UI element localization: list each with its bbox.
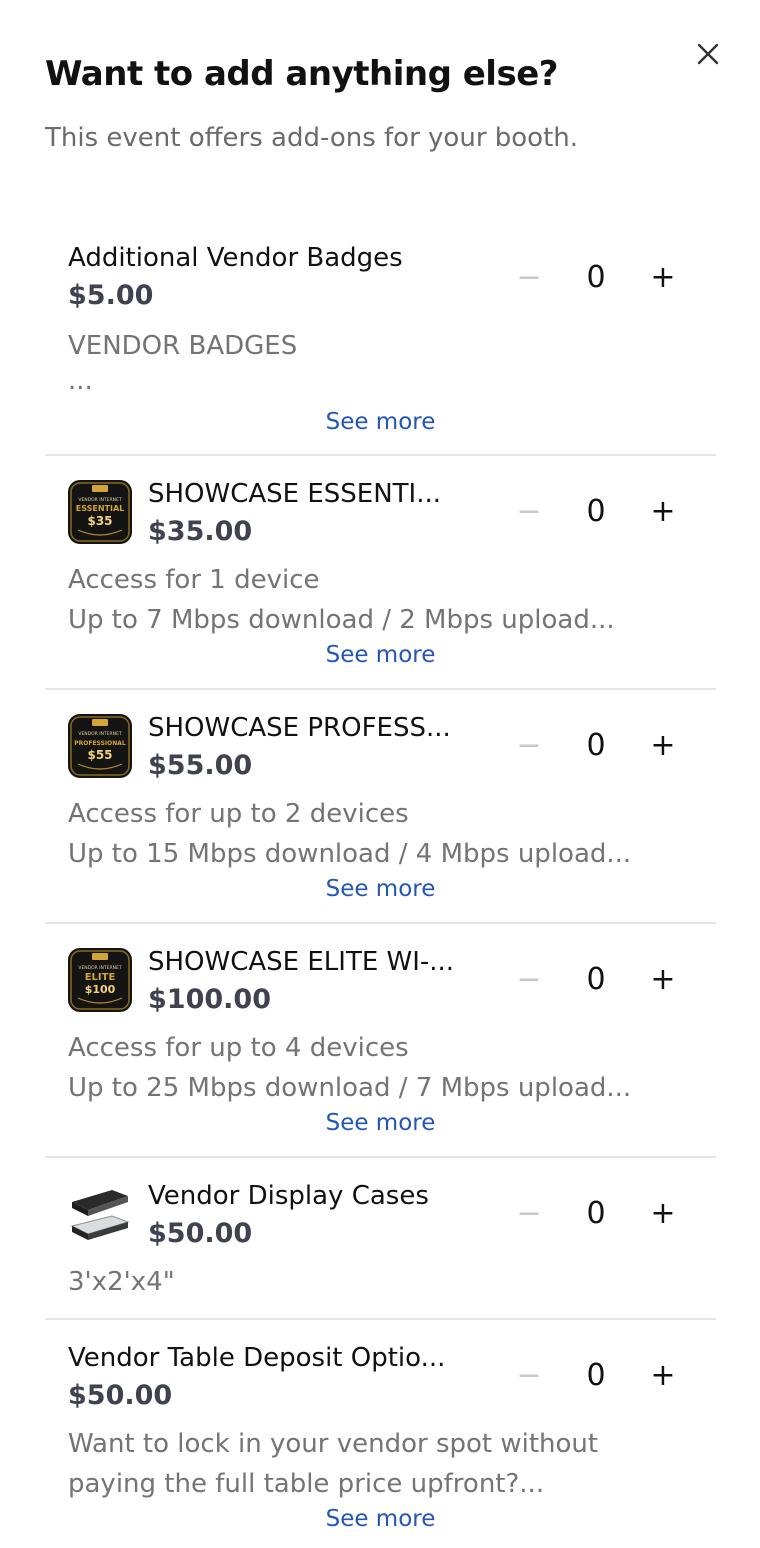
increment-button[interactable]: + [645,258,681,298]
thumb-tier-text: ELITE [85,972,116,983]
addon-name: SHOWCASE PROFESS... [148,713,451,743]
quantity-value: 0 [586,1196,606,1231]
addon-price: $50.00 [68,1380,173,1411]
addon-description-line2: ... [68,366,93,396]
addon-item-showcase-elite: VENDOR INTERNET ELITE $100 SHOWCASE ELIT… [45,924,716,1158]
modal-title: Want to add anything else? [45,54,558,94]
addon-name: SHOWCASE ESSENTI... [148,479,442,509]
modal-subtitle: This event offers add-ons for your booth… [45,123,579,153]
addon-price: $5.00 [68,280,154,311]
addon-header: VENDOR INTERNET ELITE $100 SHOWCASE ELIT… [68,944,454,1020]
decrement-button[interactable]: − [511,1356,547,1396]
close-icon [697,43,719,65]
addon-description-line2: Up to 15 Mbps download / 4 Mbps upload..… [68,839,632,869]
thumb-price-text: $100 [85,983,116,996]
decrement-button[interactable]: − [511,258,547,298]
decrement-button[interactable]: − [511,960,547,1000]
increment-button[interactable]: + [645,960,681,1000]
addon-list: Additional Vendor Badges $5.00 − 0 + VEN… [45,226,716,1532]
addon-item-vendor-badges: Additional Vendor Badges $5.00 − 0 + VEN… [45,226,716,456]
addon-name: SHOWCASE ELITE WI-... [148,947,455,977]
addon-price: $50.00 [148,1218,253,1249]
addon-name: Vendor Display Cases [148,1181,429,1211]
addon-description-line2: paying the full table price upfront?... [68,1469,545,1499]
addon-header: Vendor Display Cases $50.00 [68,1178,429,1254]
quantity-stepper: − 0 + [511,258,681,298]
thumb-price-text: $35 [87,514,112,528]
addon-description-line1: VENDOR BADGES [68,331,298,361]
addon-item-table-deposit: Vendor Table Deposit Optio... $50.00 − 0… [45,1320,716,1532]
addon-description-line1: Access for up to 2 devices [68,799,409,829]
addon-item-display-cases: Vendor Display Cases $50.00 − 0 + 3'x2'x… [45,1158,716,1320]
quantity-value: 0 [586,1358,606,1393]
addon-price: $55.00 [148,750,253,781]
addon-thumbnail-professional: VENDOR INTERNET PROFESSIONAL $55 [68,714,132,778]
addon-item-showcase-essential: VENDOR INTERNET ESSENTIAL $35 SHOWCASE E… [45,456,716,690]
quantity-stepper: − 0 + [511,726,681,766]
addon-header: Additional Vendor Badges $5.00 [68,240,403,316]
decrement-button[interactable]: − [511,1194,547,1234]
addon-thumbnail-elite: VENDOR INTERNET ELITE $100 [68,948,132,1012]
quantity-value: 0 [586,728,606,763]
display-case-image [68,1182,132,1246]
quantity-value: 0 [586,494,606,529]
thumb-header-text: VENDOR INTERNET [78,497,121,503]
quantity-value: 0 [586,260,606,295]
see-more-link[interactable]: See more [45,1504,716,1534]
decrement-button[interactable]: − [511,492,547,532]
thumb-header-text: VENDOR INTERNET [78,965,121,971]
decrement-button[interactable]: − [511,726,547,766]
addon-thumbnail-essential: VENDOR INTERNET ESSENTIAL $35 [68,480,132,544]
addon-header: VENDOR INTERNET PROFESSIONAL $55 SHOWCAS… [68,710,451,786]
close-button[interactable] [694,40,722,68]
addon-description-line2: Up to 7 Mbps download / 2 Mbps upload... [68,605,615,635]
addon-item-showcase-professional: VENDOR INTERNET PROFESSIONAL $55 SHOWCAS… [45,690,716,924]
increment-button[interactable]: + [645,726,681,766]
addon-header: Vendor Table Deposit Optio... $50.00 [68,1340,445,1416]
addon-name: Additional Vendor Badges [68,243,403,273]
increment-button[interactable]: + [645,1356,681,1396]
addon-description-line1: Access for up to 4 devices [68,1033,409,1063]
quantity-stepper: − 0 + [511,960,681,1000]
thumb-header-text: VENDOR INTERNET [78,731,121,737]
see-more-link[interactable]: See more [45,407,716,437]
addon-price: $100.00 [148,984,271,1015]
addon-description-line1: 3'x2'x4" [68,1267,175,1297]
thumb-tier-text: ESSENTIAL [76,504,125,513]
addon-price: $35.00 [148,516,253,547]
thumb-price-text: $55 [87,748,112,762]
quantity-stepper: − 0 + [511,492,681,532]
increment-button[interactable]: + [645,492,681,532]
increment-button[interactable]: + [645,1194,681,1234]
addon-header: VENDOR INTERNET ESSENTIAL $35 SHOWCASE E… [68,476,441,552]
see-more-link[interactable]: See more [45,874,716,904]
addon-name: Vendor Table Deposit Optio... [68,1343,446,1373]
see-more-link[interactable]: See more [45,1108,716,1138]
quantity-value: 0 [586,962,606,997]
thumb-tier-text: PROFESSIONAL [74,740,126,747]
quantity-stepper: − 0 + [511,1194,681,1234]
addon-description-line1: Access for 1 device [68,565,320,595]
addon-description-line1: Want to lock in your vendor spot without [68,1429,599,1459]
quantity-stepper: − 0 + [511,1356,681,1396]
see-more-link[interactable]: See more [45,640,716,670]
addon-description-line2: Up to 25 Mbps download / 7 Mbps upload..… [68,1073,632,1103]
